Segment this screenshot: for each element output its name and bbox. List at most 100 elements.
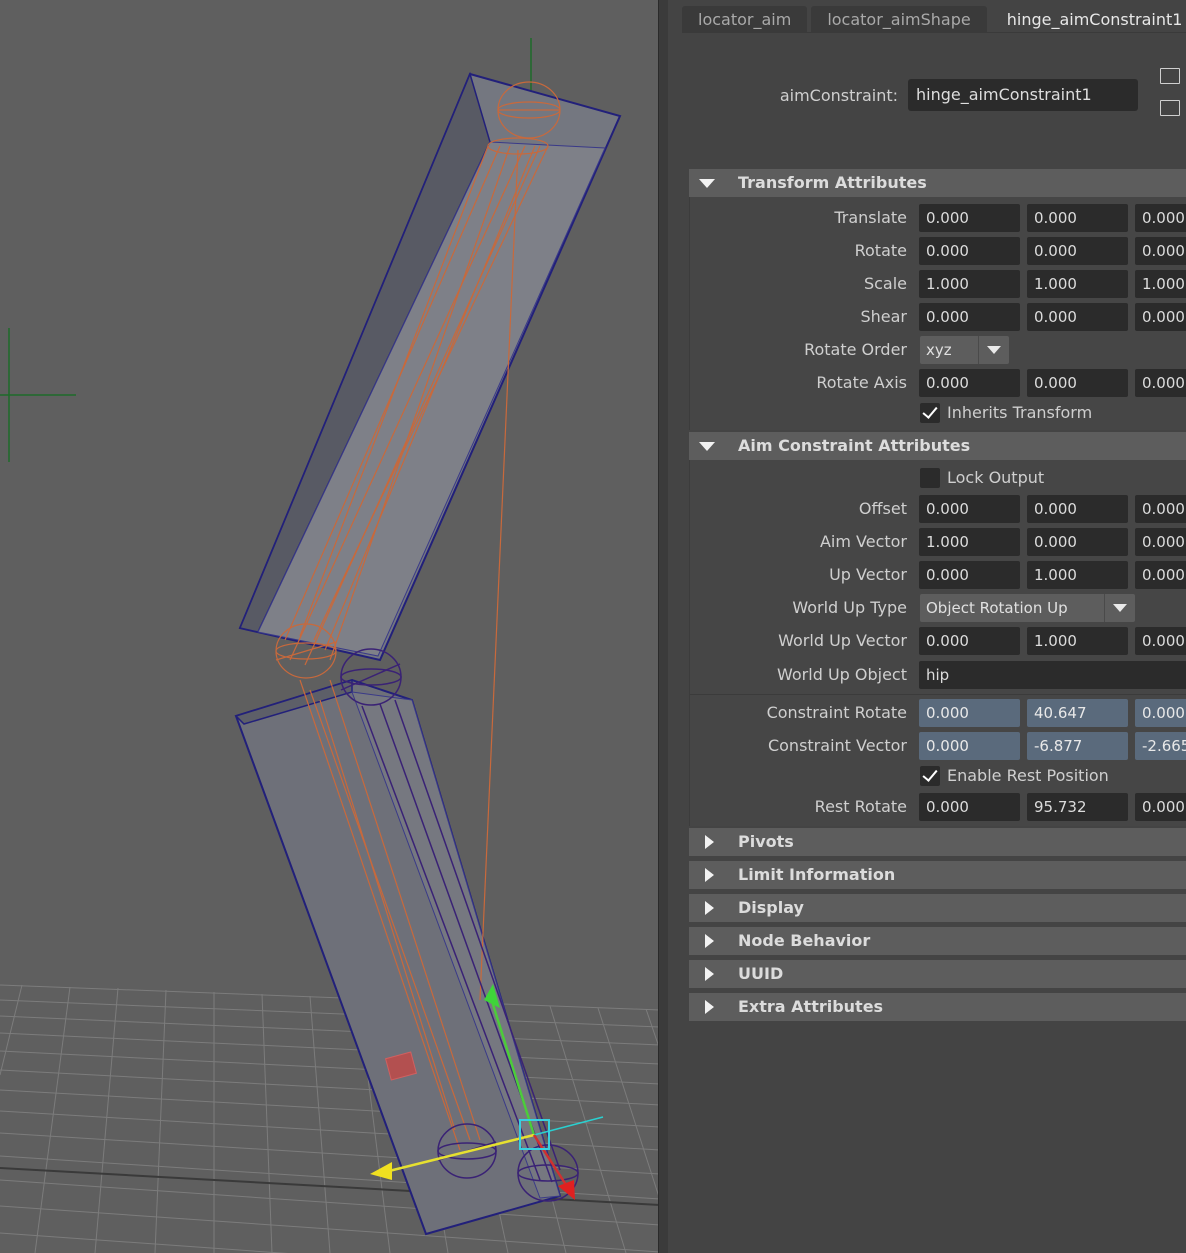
row-enable-rest-position: Enable Rest Position <box>690 762 1186 790</box>
tab-hinge-aim-constraint[interactable]: hinge_aimConstraint1 <box>990 6 1186 32</box>
rotate-y-field[interactable]: 0.000 <box>1027 237 1128 265</box>
node-tab-bar: locator_aim locator_aimShape hinge_aimCo… <box>682 6 1186 32</box>
row-world-up-type: World Up Type Object Rotation Up <box>690 594 1186 622</box>
tab-locator-aim-shape[interactable]: locator_aimShape <box>811 6 987 32</box>
section-node-behavior[interactable]: Node Behavior <box>689 927 1186 955</box>
constraint-rotate-x-field[interactable]: 0.000 <box>919 699 1020 727</box>
checkbox-label: Inherits Transform <box>947 403 1093 422</box>
translate-y-field[interactable]: 0.000 <box>1027 204 1128 232</box>
collapsed-arrow-icon <box>705 835 714 849</box>
divider <box>690 694 1186 695</box>
enable-rest-position-checkbox[interactable] <box>920 766 940 786</box>
translate-x-field[interactable]: 0.000 <box>919 204 1020 232</box>
up-vector-x-field[interactable]: 0.000 <box>919 561 1020 589</box>
section-transform-attributes[interactable]: Transform Attributes <box>689 169 1186 197</box>
world-up-vector-x-field[interactable]: 0.000 <box>919 627 1020 655</box>
up-vector-y-field[interactable]: 1.000 <box>1027 561 1128 589</box>
row-world-up-object: World Up Object hip <box>690 661 1186 689</box>
constraint-vector-x-field[interactable]: 0.000 <box>919 732 1020 760</box>
world-up-vector-y-field[interactable]: 1.000 <box>1027 627 1128 655</box>
attr-label: Rest Rotate <box>814 797 907 816</box>
row-offset: Offset 0.000 0.000 0.000 <box>690 495 1186 523</box>
inherits-transform-checkbox[interactable] <box>920 403 940 423</box>
rest-rotate-y-field[interactable]: 95.732 <box>1027 793 1128 821</box>
chevron-down-icon <box>978 336 1009 364</box>
rotate-axis-y-field[interactable]: 0.000 <box>1027 369 1128 397</box>
constraint-vector-y-field[interactable]: -6.877 <box>1027 732 1128 760</box>
node-name-field[interactable]: hinge_aimConstraint1 <box>908 79 1138 111</box>
scale-x-field[interactable]: 1.000 <box>919 270 1020 298</box>
shear-xz-field[interactable]: 0.000 <box>1027 303 1128 331</box>
constraint-vector-z-field[interactable]: -2.665 <box>1135 732 1186 760</box>
attr-label: Scale <box>863 274 907 293</box>
rotate-order-dropdown[interactable]: xyz <box>920 336 1009 364</box>
world-up-type-dropdown[interactable]: Object Rotation Up <box>920 594 1135 622</box>
attr-label: Rotate Order <box>804 340 907 359</box>
world-up-vector-z-field[interactable]: 0.000 <box>1135 627 1186 655</box>
constraint-rotate-z-field[interactable]: 0.000 <box>1135 699 1186 727</box>
collapsed-arrow-icon <box>705 934 714 948</box>
up-vector-z-field[interactable]: 0.000 <box>1135 561 1186 589</box>
row-rotate-order: Rotate Order xyz <box>690 336 1186 364</box>
section-aim-constraint-attributes[interactable]: Aim Constraint Attributes <box>689 432 1186 460</box>
section-limit-information[interactable]: Limit Information <box>689 861 1186 889</box>
upper-limb-mesh[interactable] <box>238 71 622 662</box>
locator-cross[interactable] <box>0 328 76 462</box>
section-title: Display <box>738 898 804 917</box>
section-title: Node Behavior <box>738 931 871 950</box>
rest-rotate-x-field[interactable]: 0.000 <box>919 793 1020 821</box>
focus-icon[interactable] <box>1160 68 1180 84</box>
aim-vector-x-field[interactable]: 1.000 <box>919 528 1020 556</box>
shear-yz-field[interactable]: 0.000 <box>1135 303 1186 331</box>
constraint-rotate-y-field[interactable]: 40.647 <box>1027 699 1128 727</box>
row-rest-rotate: Rest Rotate 0.000 95.732 0.000 <box>690 793 1186 821</box>
attr-label: Rotate <box>854 241 907 260</box>
section-title: Limit Information <box>738 865 896 884</box>
row-rotate-axis: Rotate Axis 0.000 0.000 0.000 <box>690 369 1186 397</box>
rotate-axis-z-field[interactable]: 0.000 <box>1135 369 1186 397</box>
chevron-down-icon <box>1104 594 1135 622</box>
tab-locator-aim[interactable]: locator_aim <box>682 6 808 32</box>
collapsed-arrow-icon <box>705 868 714 882</box>
section-title: UUID <box>738 964 784 983</box>
attr-label: Aim Vector <box>819 532 907 551</box>
aim-vector-y-field[interactable]: 0.000 <box>1027 528 1128 556</box>
rotate-z-field[interactable]: 0.000 <box>1135 237 1186 265</box>
row-lock-output: Lock Output <box>690 464 1186 492</box>
row-constraint-vector: Constraint Vector 0.000 -6.877 -2.665 <box>690 732 1186 760</box>
section-uuid[interactable]: UUID <box>689 960 1186 988</box>
scale-z-field[interactable]: 1.000 <box>1135 270 1186 298</box>
viewport-scene[interactable] <box>0 0 660 1253</box>
section-pivots[interactable]: Pivots <box>689 828 1186 856</box>
shear-xy-field[interactable]: 0.000 <box>919 303 1020 331</box>
row-rotate: Rotate 0.000 0.000 0.000 <box>690 237 1186 265</box>
dropdown-value: xyz <box>926 341 952 359</box>
attr-label: Constraint Rotate <box>766 703 907 722</box>
world-up-object-field[interactable]: hip <box>919 661 1186 689</box>
section-title: Transform Attributes <box>738 173 927 192</box>
rotate-axis-x-field[interactable]: 0.000 <box>919 369 1020 397</box>
section-extra-attributes[interactable]: Extra Attributes <box>689 993 1186 1021</box>
rotate-x-field[interactable]: 0.000 <box>919 237 1020 265</box>
lock-output-checkbox[interactable] <box>920 468 940 488</box>
row-scale: Scale 1.000 1.000 1.000 <box>690 270 1186 298</box>
checkbox-label: Lock Output <box>947 468 1045 487</box>
attr-label: Offset <box>858 499 907 518</box>
offset-x-field[interactable]: 0.000 <box>919 495 1020 523</box>
aim-vector-z-field[interactable]: 0.000 <box>1135 528 1186 556</box>
rest-rotate-z-field[interactable]: 0.000 <box>1135 793 1186 821</box>
translate-z-field[interactable]: 0.000 <box>1135 204 1186 232</box>
viewport-3d[interactable] <box>0 0 660 1253</box>
section-title: Aim Constraint Attributes <box>738 436 971 455</box>
row-translate: Translate 0.000 0.000 0.000 <box>690 204 1186 232</box>
tab-divider <box>682 32 1186 33</box>
section-title: Extra Attributes <box>738 997 884 1016</box>
presets-icon[interactable] <box>1160 100 1180 116</box>
dropdown-value: Object Rotation Up <box>926 599 1068 617</box>
section-display[interactable]: Display <box>689 894 1186 922</box>
attr-label: World Up Vector <box>778 631 907 650</box>
offset-y-field[interactable]: 0.000 <box>1027 495 1128 523</box>
scale-y-field[interactable]: 1.000 <box>1027 270 1128 298</box>
offset-z-field[interactable]: 0.000 <box>1135 495 1186 523</box>
attr-label: Shear <box>860 307 907 326</box>
